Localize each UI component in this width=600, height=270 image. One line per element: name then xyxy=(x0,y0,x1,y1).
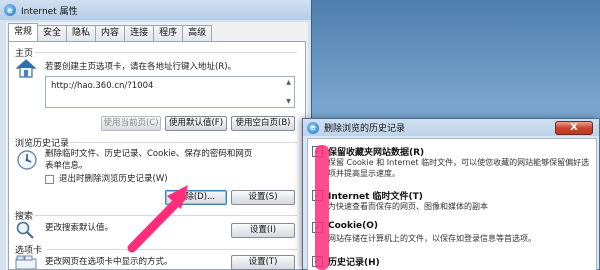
delete-history-button[interactable]: 删除(D)... xyxy=(165,190,227,205)
ie-logo-icon: e xyxy=(307,121,319,134)
tabs-description: 更改网页在选项卡中显示的方式。 xyxy=(45,257,173,267)
history-checkbox[interactable]: ✓ xyxy=(312,256,323,267)
scroll-up-icon[interactable]: ▲ xyxy=(284,78,293,87)
search-settings-button[interactable]: 设置(I) xyxy=(231,223,295,238)
exit-delete-checkbox[interactable] xyxy=(45,175,54,184)
temp-files-checkbox[interactable]: ✓ xyxy=(312,190,323,201)
homepage-url-input[interactable]: http://hao.360.cn/?1004 ▲ ▼ xyxy=(45,76,295,108)
delete-history-dialog: e 删除浏览的历史记录 X ✓ 保留收藏夹网站数据(R) 保留 Cookie 和… xyxy=(302,118,600,270)
history-description-line2: 表单信息。 xyxy=(45,161,88,171)
close-button[interactable]: X xyxy=(555,121,593,135)
use-blank-page-button[interactable]: 使用空白页(B) xyxy=(231,116,295,131)
exit-delete-label: 退出时删除浏览历史记录(W) xyxy=(59,174,168,184)
history-settings-button[interactable]: 设置(S) xyxy=(231,190,295,205)
internet-options-window: e Internet 属性 常规 安全 隐私 内容 连接 程序 高级 主页 若要… xyxy=(0,0,312,270)
search-icon xyxy=(16,221,34,239)
preserve-favorites-checkbox[interactable]: ✓ xyxy=(312,146,323,157)
tabs-settings-button[interactable]: 设置(T) xyxy=(231,255,295,270)
tab-privacy[interactable]: 隐私 xyxy=(66,25,97,41)
cookies-label: Cookie(O) xyxy=(328,221,379,231)
delete-dialog-title: 删除浏览的历史记录 xyxy=(324,124,406,134)
group-divider xyxy=(71,142,297,143)
tab-security[interactable]: 安全 xyxy=(37,25,68,41)
homepage-url-text: http://hao.360.cn/?1004 xyxy=(51,81,154,91)
general-tab-panel: 主页 若要创建主页选项卡，请在各地址行键入地址(R)。 http://hao.3… xyxy=(8,41,306,270)
history-icon xyxy=(17,150,37,170)
ie-logo-icon: e xyxy=(4,4,16,16)
search-description: 更改搜索默认值。 xyxy=(45,223,114,233)
tab-bar: 常规 安全 隐私 内容 连接 程序 高级 xyxy=(8,23,213,41)
use-current-page-button[interactable]: 使用当前页(C) xyxy=(101,116,161,131)
preserve-favorites-description: 保留 Cookie 和 Internet 临时文件，可以使您收藏的网站能够保留偏… xyxy=(328,158,590,178)
tab-connections[interactable]: 连接 xyxy=(124,25,155,41)
tab-advanced[interactable]: 高级 xyxy=(182,25,213,41)
cookies-description: 网站存储在计算机上的文件，以保存如登录信息等首选项。 xyxy=(328,234,536,243)
history-description-line1: 删除临时文件、历史记录、Cookie、保存的密码和网页 xyxy=(45,149,253,159)
history-label: 历史记录(H) xyxy=(328,258,380,268)
group-divider xyxy=(35,52,297,53)
use-default-button[interactable]: 使用默认值(F) xyxy=(165,116,227,131)
tabs-icon xyxy=(15,255,37,269)
title-bar[interactable]: e Internet 属性 xyxy=(0,0,311,20)
group-divider xyxy=(47,249,297,250)
group-divider xyxy=(35,215,297,216)
tab-general[interactable]: 常规 xyxy=(8,23,39,41)
temp-files-description: 为快速查看而保存的网页、图像和媒体的副本 xyxy=(328,202,488,211)
delete-options-list: ✓ 保留收藏夹网站数据(R) 保留 Cookie 和 Internet 临时文件… xyxy=(307,138,597,270)
homepage-description: 若要创建主页选项卡，请在各地址行键入地址(R)。 xyxy=(45,62,237,72)
window-title: Internet 属性 xyxy=(21,6,78,17)
tab-content[interactable]: 内容 xyxy=(95,25,126,41)
dialog-body: 常规 安全 隐私 内容 连接 程序 高级 主页 若要创建主页选项卡，请在各地址行… xyxy=(6,22,308,270)
scroll-down-icon[interactable]: ▼ xyxy=(284,97,293,106)
cookies-checkbox[interactable]: ✓ xyxy=(312,222,323,233)
home-icon xyxy=(15,59,37,78)
tab-programs[interactable]: 程序 xyxy=(153,25,184,41)
